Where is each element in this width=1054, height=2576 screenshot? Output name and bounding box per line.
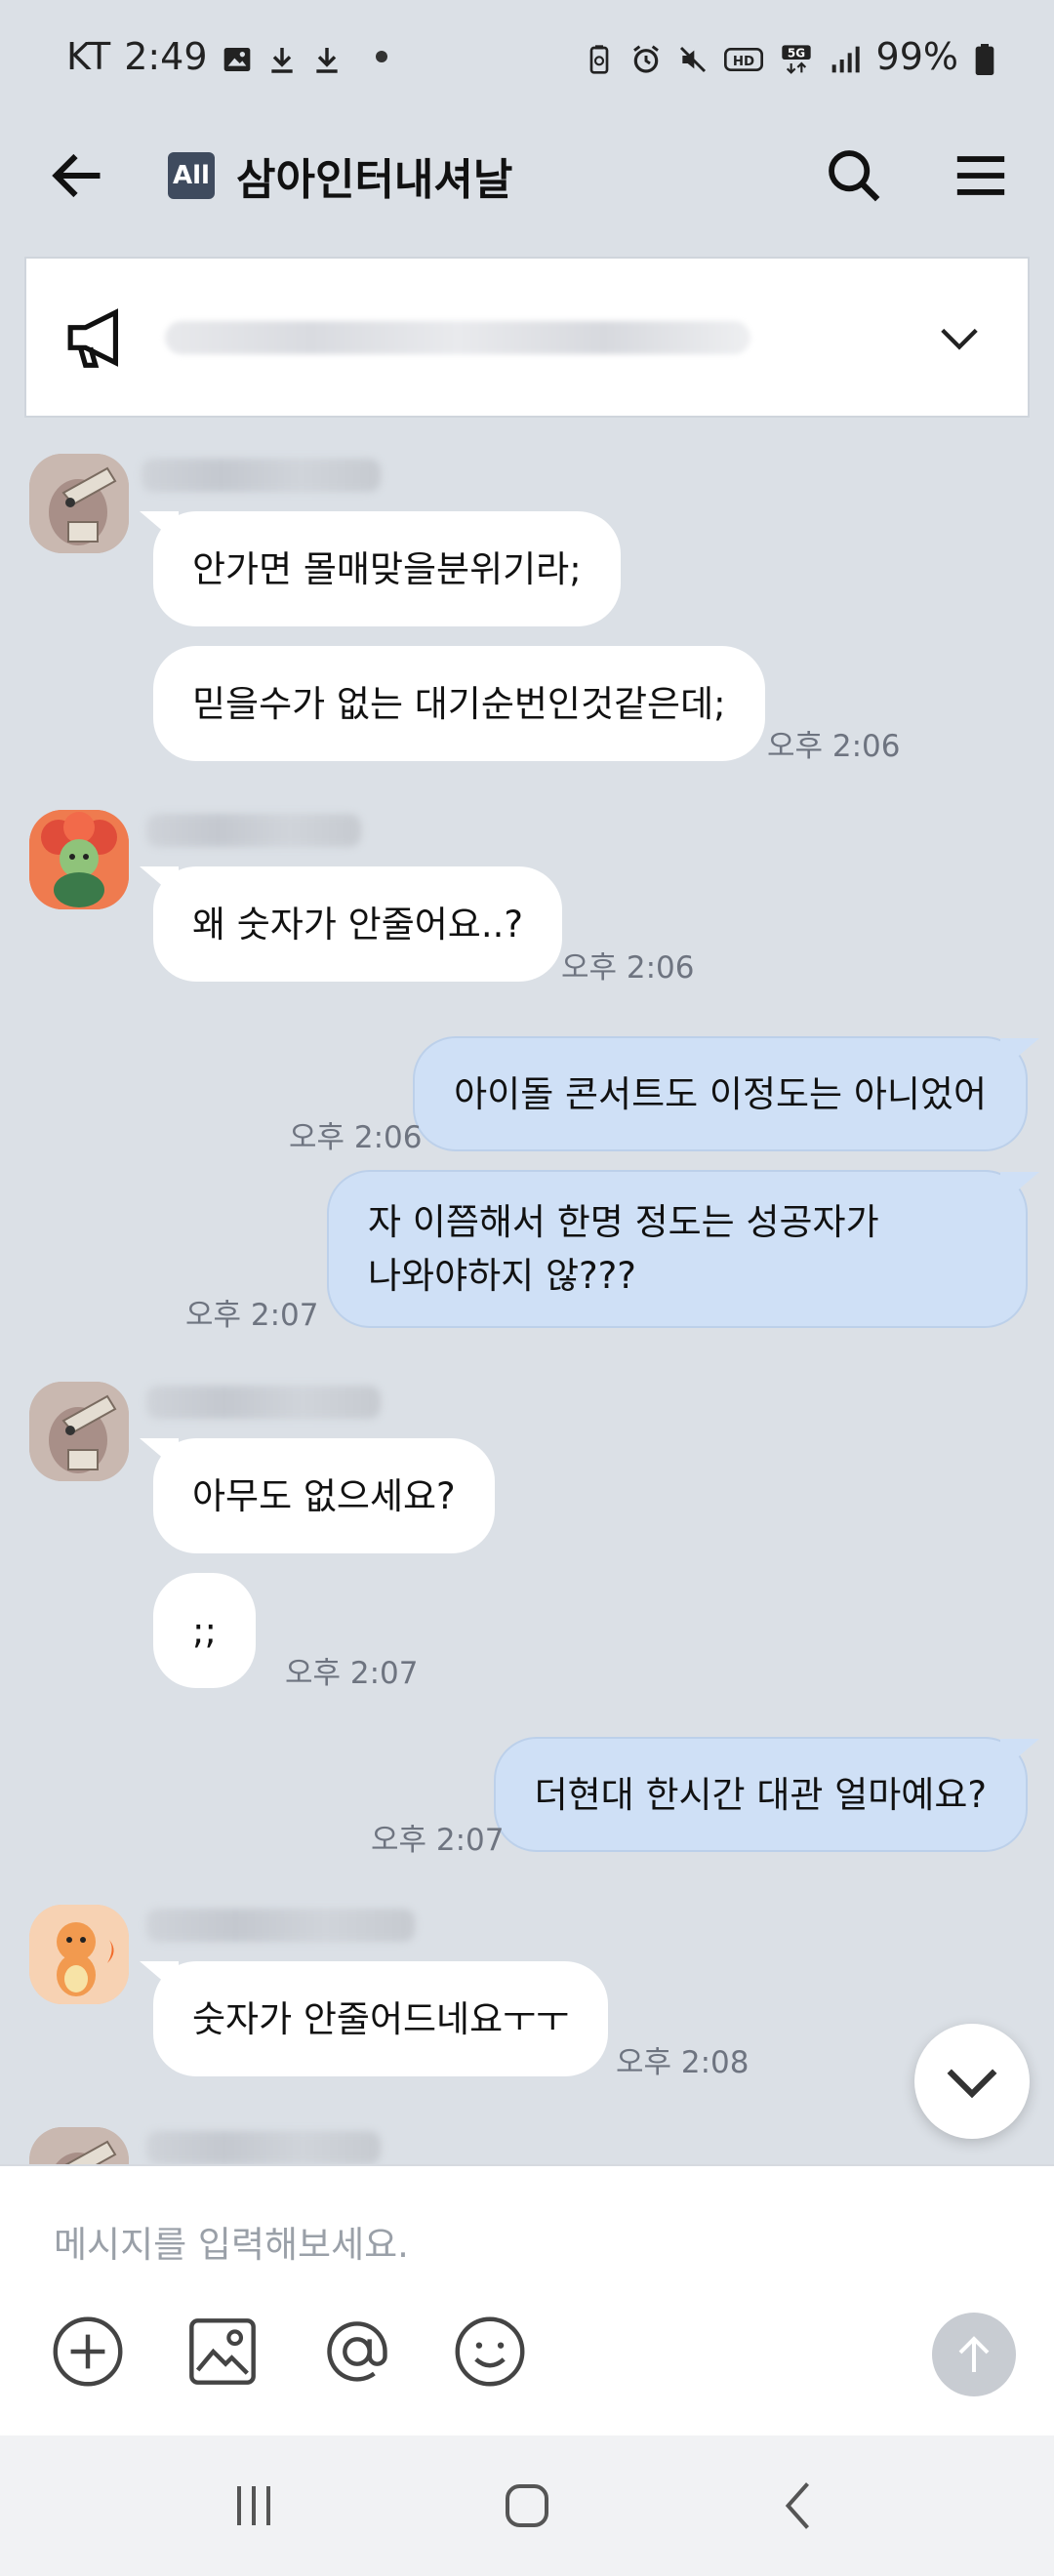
battery-saver-icon [584,41,615,74]
avatar[interactable] [29,1905,129,2004]
all-badge: All [168,152,215,199]
expand-notice-button[interactable] [930,308,989,367]
at-sign-icon [327,2321,387,2382]
avatar[interactable] [29,454,129,553]
pokemon-avatar-icon [29,810,129,909]
image-icon [189,2318,256,2385]
sender-name-blurred [146,2131,381,2164]
chevron-down-icon [947,2069,997,2099]
megaphone-icon [67,307,118,368]
message-bubble[interactable]: 아무도 없으세요? [153,1438,495,1553]
sender-name-blurred [146,1386,381,1419]
emoticon-button[interactable] [451,2313,529,2391]
avatar[interactable] [29,2127,129,2166]
chat-room-title: 삼아인터내셔날 [236,155,513,205]
my-message-bubble[interactable]: 더현대 한시간 대관 얼마예요? [493,1737,1028,1852]
more-notifications-dot [375,50,387,62]
svg-text:5G: 5G [787,46,804,60]
avatar[interactable] [29,810,129,909]
message-bubble[interactable]: 왜 숫자가 안줄어요..? [153,866,563,982]
sender-name-blurred [142,459,381,492]
message-bubble[interactable]: ;; [153,1573,256,1688]
pokemon-avatar-icon [29,2127,129,2166]
scroll-to-bottom-button[interactable] [914,2024,1030,2139]
message-time: 오후 2:06 [561,950,695,986]
network-type-icon: 5G [779,41,814,74]
message-input[interactable] [54,2215,932,2274]
battery-icon [974,41,995,75]
chevron-left-icon [785,2482,809,2529]
back-button[interactable] [39,137,117,215]
status-bar: KT 2:49 HD 5G 99% [0,0,1054,112]
menu-button[interactable] [947,141,1015,210]
message-composer [0,2164,1054,2435]
message-line: 자 이쯤해서 한명 정도는 성공자가 [368,1201,879,1243]
home-icon [506,2484,548,2527]
mute-icon [677,41,709,72]
message-list[interactable]: 안가면 몰매맞을분위기라; 믿을수가 없는 대기순번인것같은데; 오후 2:06… [0,429,1054,2166]
arrow-up-icon [958,2336,990,2372]
message-bubble[interactable]: 숫자가 안줄어드네요ㅜㅜ [153,1961,609,2076]
add-attachment-button[interactable] [49,2313,127,2391]
search-icon [829,150,880,202]
avatar[interactable] [29,1382,129,1481]
message-line: 나와야하지 않??? [368,1255,636,1297]
message-time: 오후 2:07 [185,1298,319,1333]
mention-button[interactable] [318,2313,396,2391]
alarm-icon [630,41,662,73]
smiley-icon [455,2316,525,2387]
pokemon-avatar-icon [29,1905,129,2004]
message-bubble[interactable]: 안가면 몰매맞을분위기라; [153,511,621,626]
chevron-down-icon [941,328,978,350]
clock: 2:49 [124,34,208,78]
system-navigation-bar [0,2435,1054,2576]
recent-apps-icon [237,2486,270,2525]
download-icon [311,41,343,73]
recent-apps-button[interactable] [215,2467,293,2545]
gallery-notification-icon [222,41,253,72]
hd-voice-icon: HD [723,41,763,72]
send-button[interactable] [932,2313,1016,2396]
message-time: 오후 2:06 [289,1120,423,1155]
pokemon-avatar-icon [29,454,129,553]
message-time: 오후 2:08 [616,2045,750,2080]
chat-header: All 삼아인터내셔날 [0,112,1054,239]
notice-text-blurred [165,320,750,354]
sender-name-blurred [146,814,361,847]
message-time: 오후 2:07 [371,1823,505,1858]
plus-circle-icon [53,2316,123,2387]
svg-text:HD: HD [732,55,753,69]
message-time: 오후 2:07 [285,1656,419,1691]
notice-banner[interactable] [24,257,1030,418]
carrier-label: KT [66,34,111,78]
download-icon [266,41,298,73]
search-button[interactable] [820,141,888,210]
system-back-button[interactable] [761,2467,839,2545]
my-message-bubble[interactable]: 아이돌 콘서트도 이정도는 아니었어 [413,1036,1028,1151]
my-message-bubble[interactable]: 자 이쯤해서 한명 정도는 성공자가 나와야하지 않??? [327,1170,1028,1328]
home-button[interactable] [488,2467,566,2545]
sender-name-blurred [146,1909,415,1942]
hamburger-menu-icon [956,156,1005,195]
battery-percent: 99% [875,34,958,78]
message-time: 오후 2:06 [767,729,901,764]
pokemon-avatar-icon [29,1382,129,1481]
signal-icon [830,41,861,72]
arrow-left-icon [52,153,101,198]
message-bubble[interactable]: 믿을수가 없는 대기순번인것같은데; [153,646,765,761]
photo-button[interactable] [183,2313,262,2391]
